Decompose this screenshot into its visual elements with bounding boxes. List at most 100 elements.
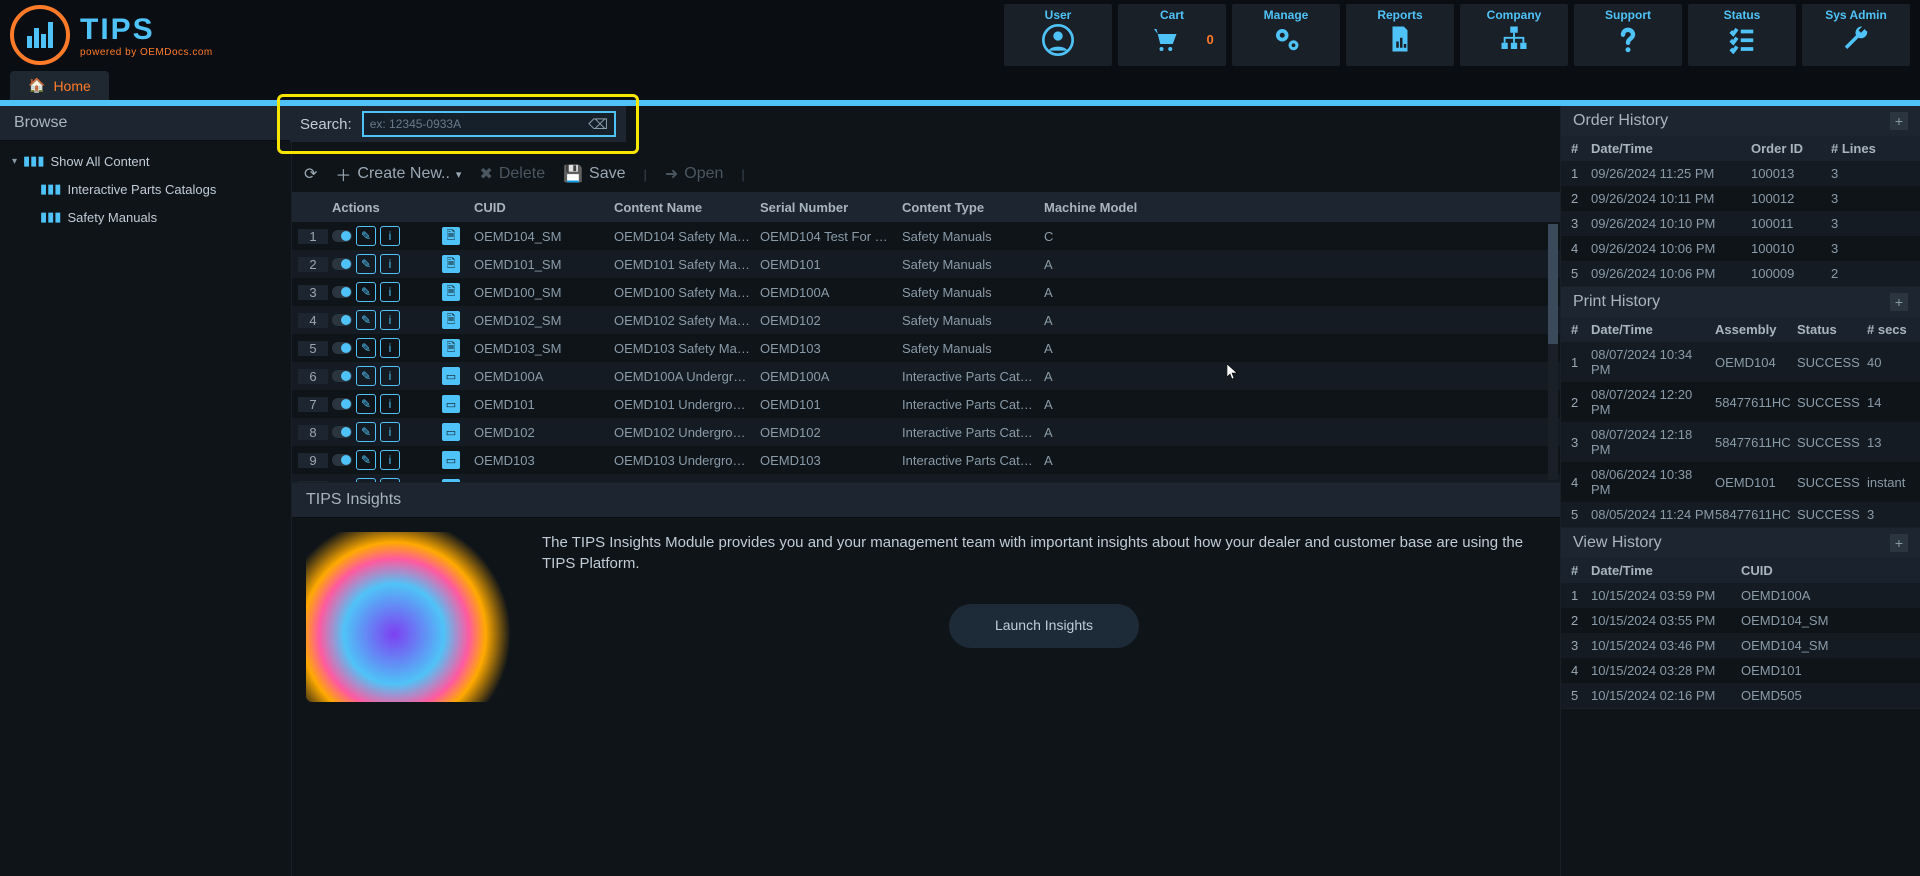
nav-manage[interactable]: Manage: [1232, 4, 1340, 66]
edit-button[interactable]: ✎: [356, 282, 376, 302]
edit-button[interactable]: ✎: [356, 254, 376, 274]
edit-button[interactable]: ✎: [356, 226, 376, 246]
edit-button[interactable]: ✎: [356, 338, 376, 358]
toggle-switch[interactable]: [332, 426, 352, 438]
row-number: 9: [298, 453, 328, 468]
order-history-row[interactable]: 309/26/2024 10:10 PM1000113: [1561, 211, 1920, 236]
edit-button[interactable]: ✎: [356, 310, 376, 330]
print-history-row[interactable]: 508/05/2024 11:24 PM58477611HCSUCCESS3: [1561, 502, 1920, 527]
save-button[interactable]: 💾Save: [563, 164, 625, 184]
nav-status[interactable]: Status: [1688, 4, 1796, 66]
table-row[interactable]: 6✎i▭OEMD100AOEMD100A Undergroun...OEMD10…: [292, 362, 1560, 390]
table-row[interactable]: 1✎i🗎OEMD104_SMOEMD104 Safety ManualOEMD1…: [292, 222, 1560, 250]
col-cuid[interactable]: CUID: [470, 200, 610, 215]
table-row[interactable]: 4✎i🗎OEMD102_SMOEMD102 Safety ManualOEMD1…: [292, 306, 1560, 334]
info-button[interactable]: i: [380, 366, 400, 386]
col-name[interactable]: Content Name: [610, 200, 756, 215]
tree-sm[interactable]: ▮▮▮ Safety Manuals: [0, 203, 291, 231]
edit-button[interactable]: ✎: [356, 394, 376, 414]
create-button[interactable]: ＋Create New..▾: [335, 162, 461, 186]
delete-button[interactable]: ✖Delete: [479, 164, 545, 184]
toggle-switch[interactable]: [332, 286, 352, 298]
info-button[interactable]: i: [380, 226, 400, 246]
row-actions: ✎i: [328, 254, 438, 274]
toggle-switch[interactable]: [332, 230, 352, 242]
col-model[interactable]: Machine Model: [1040, 200, 1180, 215]
expand-button[interactable]: +: [1890, 534, 1908, 552]
edit-button[interactable]: ✎: [356, 478, 376, 482]
table-row[interactable]: 9✎i▭OEMD103OEMD103 Undergroun...OEMD103I…: [292, 446, 1560, 474]
print-history-row[interactable]: 108/07/2024 10:34 PMOEMD104SUCCESS40: [1561, 342, 1920, 382]
order-history-row[interactable]: 509/26/2024 10:06 PM1000092: [1561, 261, 1920, 286]
table-row[interactable]: 8✎i▭OEMD102OEMD102 Undergroun...OEMD102I…: [292, 418, 1560, 446]
content-table: Actions CUID Content Name Serial Number …: [292, 192, 1560, 482]
logo[interactable]: TIPS powered by OEMDocs.com: [10, 5, 213, 65]
expand-button[interactable]: +: [1890, 112, 1908, 130]
print-history-row[interactable]: 408/06/2024 10:38 PMOEMD101SUCCESSinstan…: [1561, 462, 1920, 502]
cell-type: Safety Manuals: [898, 229, 1040, 244]
nav-reports[interactable]: Reports: [1346, 4, 1454, 66]
nav-sysadmin[interactable]: Sys Admin: [1802, 4, 1910, 66]
cell-type: Interactive Parts Catalogs: [898, 369, 1040, 384]
home-icon: 🏠: [28, 77, 45, 94]
col-actions[interactable]: Actions: [328, 200, 438, 215]
order-history-row[interactable]: 409/26/2024 10:06 PM1000103: [1561, 236, 1920, 261]
doc-type-icon: ▭: [438, 451, 470, 469]
view-history-row[interactable]: 510/15/2024 02:16 PMOEMD505: [1561, 683, 1920, 708]
info-button[interactable]: i: [380, 394, 400, 414]
table-row[interactable]: 7✎i▭OEMD101OEMD101 Undergroun...OEMD101I…: [292, 390, 1560, 418]
toggle-switch[interactable]: [332, 342, 352, 354]
nav-manage-label: Manage: [1264, 8, 1309, 22]
col-serial[interactable]: Serial Number: [756, 200, 898, 215]
view-history-row[interactable]: 210/15/2024 03:55 PMOEMD104_SM: [1561, 608, 1920, 633]
open-button[interactable]: ➜Open: [665, 164, 724, 184]
info-button[interactable]: i: [380, 254, 400, 274]
tree-show-all[interactable]: ▾ ▮▮▮ Show All Content: [0, 147, 291, 175]
clear-icon[interactable]: ⌫: [588, 116, 608, 133]
info-button[interactable]: i: [380, 450, 400, 470]
nav-company[interactable]: Company: [1460, 4, 1568, 66]
nav-support[interactable]: Support: [1574, 4, 1682, 66]
view-history-row[interactable]: 310/15/2024 03:46 PMOEMD104_SM: [1561, 633, 1920, 658]
tree-ipc[interactable]: ▮▮▮ Interactive Parts Catalogs: [0, 175, 291, 203]
launch-insights-button[interactable]: Launch Insights: [949, 604, 1139, 648]
toggle-switch[interactable]: [332, 370, 352, 382]
info-button[interactable]: i: [380, 338, 400, 358]
info-button[interactable]: i: [380, 282, 400, 302]
info-button[interactable]: i: [380, 310, 400, 330]
toggle-switch[interactable]: [332, 454, 352, 466]
table-scrollbar[interactable]: [1548, 224, 1558, 480]
nav-cart[interactable]: Cart 0: [1118, 4, 1226, 66]
table-row[interactable]: 3✎i🗎OEMD100_SMOEMD100 Safety ManualOEMD1…: [292, 278, 1560, 306]
info-button[interactable]: i: [380, 478, 400, 482]
edit-button[interactable]: ✎: [356, 366, 376, 386]
info-button[interactable]: i: [380, 422, 400, 442]
print-history-row[interactable]: 308/07/2024 12:18 PM58477611HCSUCCESS13: [1561, 422, 1920, 462]
edit-button[interactable]: ✎: [356, 450, 376, 470]
cell-cuid: OEMD104_SM: [470, 229, 610, 244]
table-row[interactable]: 2✎i🗎OEMD101_SMOEMD101 Safety ManualOEMD1…: [292, 250, 1560, 278]
cell-serial: OEMD103: [756, 453, 898, 468]
save-label: Save: [589, 165, 625, 183]
toggle-switch[interactable]: [332, 258, 352, 270]
cursor-icon: [1227, 364, 1239, 380]
col-type[interactable]: Content Type: [898, 200, 1040, 215]
toggle-switch[interactable]: [332, 398, 352, 410]
cell-serial: OEMD102: [756, 425, 898, 440]
expand-button[interactable]: +: [1890, 293, 1908, 311]
tab-home[interactable]: 🏠 Home: [10, 71, 109, 100]
search-field[interactable]: ⌫: [362, 111, 616, 137]
table-row[interactable]: 10✎i▭OEMD104OEMD104 Undergroun...OEMD104…: [292, 474, 1560, 482]
print-history-row[interactable]: 208/07/2024 12:20 PM58477611HCSUCCESS14: [1561, 382, 1920, 422]
toggle-switch[interactable]: [332, 314, 352, 326]
order-history-row[interactable]: 209/26/2024 10:11 PM1000123: [1561, 186, 1920, 211]
order-history-row[interactable]: 109/26/2024 11:25 PM1000133: [1561, 161, 1920, 186]
view-history-row[interactable]: 410/15/2024 03:28 PMOEMD101: [1561, 658, 1920, 683]
refresh-button[interactable]: ⟳: [304, 164, 317, 184]
view-history-row[interactable]: 110/15/2024 03:59 PMOEMD100A: [1561, 583, 1920, 608]
search-input[interactable]: [370, 117, 589, 131]
nav-user[interactable]: User: [1004, 4, 1112, 66]
edit-button[interactable]: ✎: [356, 422, 376, 442]
row-actions: ✎i: [328, 422, 438, 442]
table-row[interactable]: 5✎i🗎OEMD103_SMOEMD103 Safety ManualOEMD1…: [292, 334, 1560, 362]
